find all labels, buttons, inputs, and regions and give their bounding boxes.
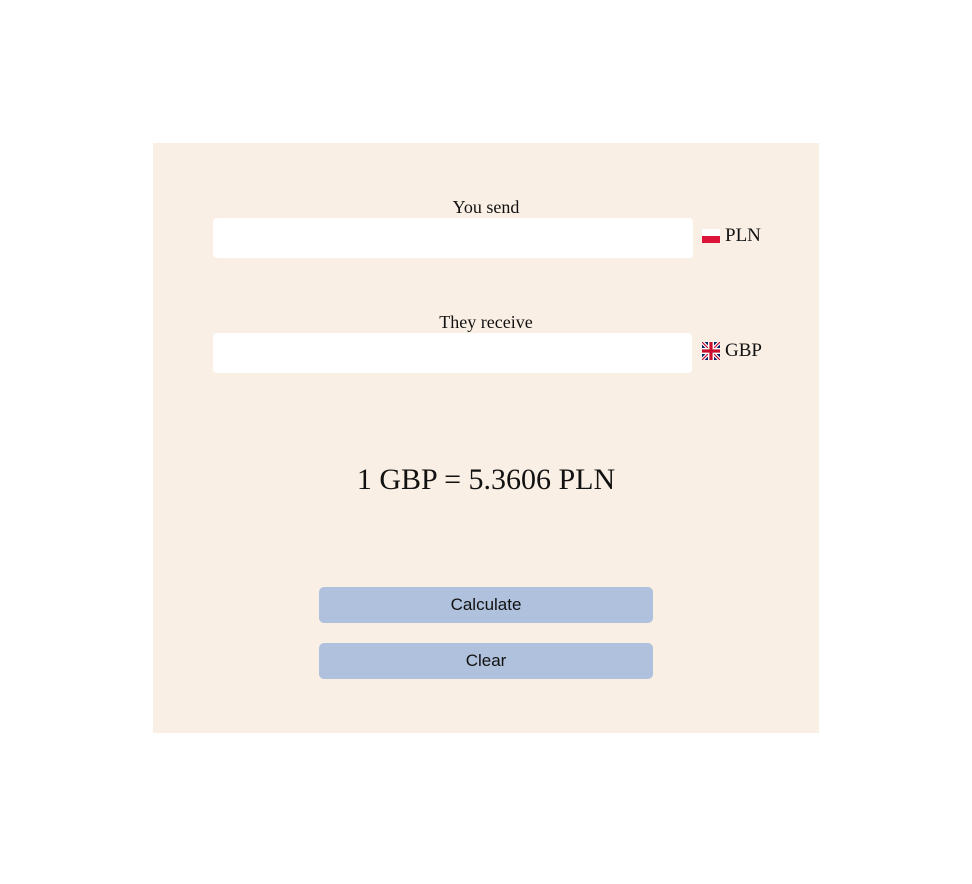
send-currency-code: PLN bbox=[725, 225, 761, 246]
uk-flag-icon bbox=[702, 342, 720, 360]
poland-flag-icon bbox=[702, 229, 720, 243]
calculate-button[interactable]: Calculate bbox=[319, 587, 653, 623]
receive-amount-input[interactable] bbox=[213, 333, 692, 373]
receive-label: They receive bbox=[439, 312, 533, 332]
clear-button[interactable]: Clear bbox=[319, 643, 653, 679]
send-currency: PLN bbox=[702, 226, 761, 246]
receive-currency: GBP bbox=[702, 341, 762, 361]
send-amount-input[interactable] bbox=[213, 218, 693, 258]
receive-currency-code: GBP bbox=[725, 340, 762, 361]
converter-panel: You send PLN They receive GBP 1 GBP = 5.… bbox=[153, 143, 819, 733]
send-label: You send bbox=[452, 197, 520, 217]
exchange-rate: 1 GBP = 5.3606 PLN bbox=[356, 463, 616, 496]
